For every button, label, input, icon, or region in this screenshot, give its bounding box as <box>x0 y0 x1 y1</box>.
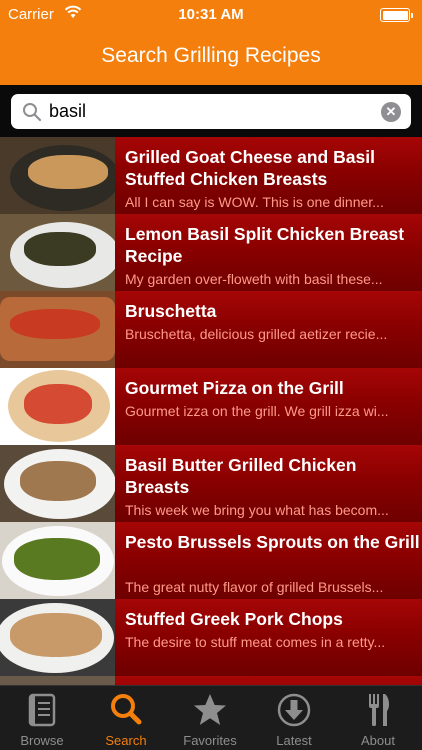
recipe-thumbnail <box>0 137 115 214</box>
list-item[interactable]: Pesto Brussels Sprouts on the Grill The … <box>0 522 422 599</box>
recipe-title: Bruschetta <box>125 301 217 321</box>
tab-label: Browse <box>20 733 64 748</box>
recipe-thumbnail <box>0 522 115 599</box>
tab-label: Favorites <box>183 733 237 748</box>
status-time: 10:31 AM <box>178 6 244 23</box>
list-item[interactable]: Grilled Goat Cheese and Basil Stuffed Ch… <box>0 137 422 214</box>
recipe-description: My garden over-floweth with basil these.… <box>125 271 383 287</box>
tab-label: Latest <box>276 733 312 748</box>
results-list[interactable]: Grilled Goat Cheese and Basil Stuffed Ch… <box>0 137 422 685</box>
tab-bar: Browse Search Favorites Latest About <box>0 685 422 750</box>
recipe-thumbnail <box>0 214 115 291</box>
recipe-title: Gourmet Pizza on the Grill <box>125 378 344 398</box>
recipe-description: The desire to stuff meat comes in a rett… <box>125 634 386 650</box>
recipe-description: All I can say is WOW. This is one dinner… <box>125 194 384 210</box>
tab-search[interactable]: Search <box>84 686 168 750</box>
page-title: Search Grilling Recipes <box>0 30 422 85</box>
star-icon <box>194 694 226 725</box>
list-item[interactable]: Basil Butter Grilled Chicken Breasts Thi… <box>0 445 422 522</box>
tab-about[interactable]: About <box>336 686 420 750</box>
recipe-description: Bruschetta, delicious grilled aetizer re… <box>125 326 388 342</box>
recipe-thumbnail <box>0 368 115 445</box>
tab-label: Search <box>105 733 147 748</box>
search-input[interactable] <box>49 98 379 125</box>
list-item[interactable]: Lemon Basil Split Chicken Breast Recipe … <box>0 214 422 291</box>
recipe-title: Basil Butter Grilled Chicken Breasts <box>125 455 357 497</box>
recipe-title: Stuffed Greek Pork Chops <box>125 609 343 629</box>
list-item[interactable]: Stuffed Greek Pork Chops The desire to s… <box>0 599 422 676</box>
recipe-description: This week we bring you what has becom... <box>125 502 389 518</box>
recipe-description: Gourmet izza on the grill. We grill izza… <box>125 403 389 419</box>
tab-latest[interactable]: Latest <box>252 686 336 750</box>
recipe-thumbnail <box>0 676 115 685</box>
recipe-title: Pesto Brussels Sprouts on the Grill <box>125 532 420 552</box>
magnifier-icon <box>23 103 42 122</box>
recipe-thumbnail <box>0 599 115 676</box>
status-bar: Carrier 10:31 AM <box>0 0 422 30</box>
browse-icon <box>28 693 56 727</box>
tab-browse[interactable]: Browse <box>0 686 84 750</box>
list-item[interactable]: Bruschetta Bruschetta, delicious grilled… <box>0 291 422 368</box>
recipe-thumbnail <box>0 445 115 522</box>
tab-label: About <box>361 733 395 748</box>
search-icon <box>111 694 142 725</box>
tab-favorites[interactable]: Favorites <box>168 686 252 750</box>
recipe-title: Lemon Basil Split Chicken Breast Recipe <box>125 224 405 266</box>
download-icon <box>277 693 311 727</box>
search-bar: ✕ <box>0 85 422 137</box>
clear-search-icon[interactable]: ✕ <box>381 102 401 122</box>
list-item[interactable] <box>0 676 422 685</box>
recipe-thumbnail <box>0 291 115 368</box>
recipe-title: Grilled Goat Cheese and Basil Stuffed Ch… <box>125 147 375 189</box>
utensils-icon <box>369 694 390 726</box>
battery-icon <box>380 8 413 22</box>
list-item[interactable]: Gourmet Pizza on the Grill Gourmet izza … <box>0 368 422 445</box>
recipe-description: The great nutty flavor of grilled Brusse… <box>125 579 384 595</box>
search-field[interactable]: ✕ <box>11 94 411 129</box>
